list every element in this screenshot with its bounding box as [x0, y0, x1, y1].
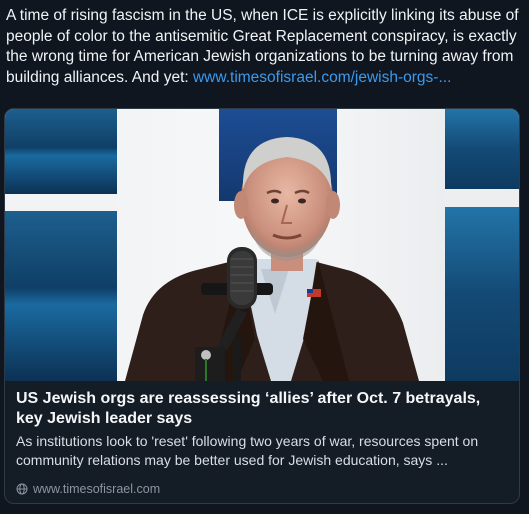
post-text: A time of rising fascism in the US, when… [6, 6, 521, 88]
card-description: As institutions look to 'reset' followin… [16, 433, 479, 468]
card-image[interactable] [5, 109, 519, 381]
card-domain-text[interactable]: www.timesofisrael.com [33, 481, 160, 497]
globe-icon [16, 483, 28, 495]
card-domain[interactable]: www.timesofisrael.com [16, 481, 160, 497]
link-preview-card[interactable]: US Jewish orgs are reassessing ‘allies’ … [4, 108, 520, 504]
card-title[interactable]: US Jewish orgs are reassessing ‘allies’ … [16, 389, 506, 429]
post-link[interactable]: www.timesofisrael.com/jewish-orgs-... [193, 69, 451, 86]
post: A time of rising fascism in the US, when… [0, 0, 529, 514]
